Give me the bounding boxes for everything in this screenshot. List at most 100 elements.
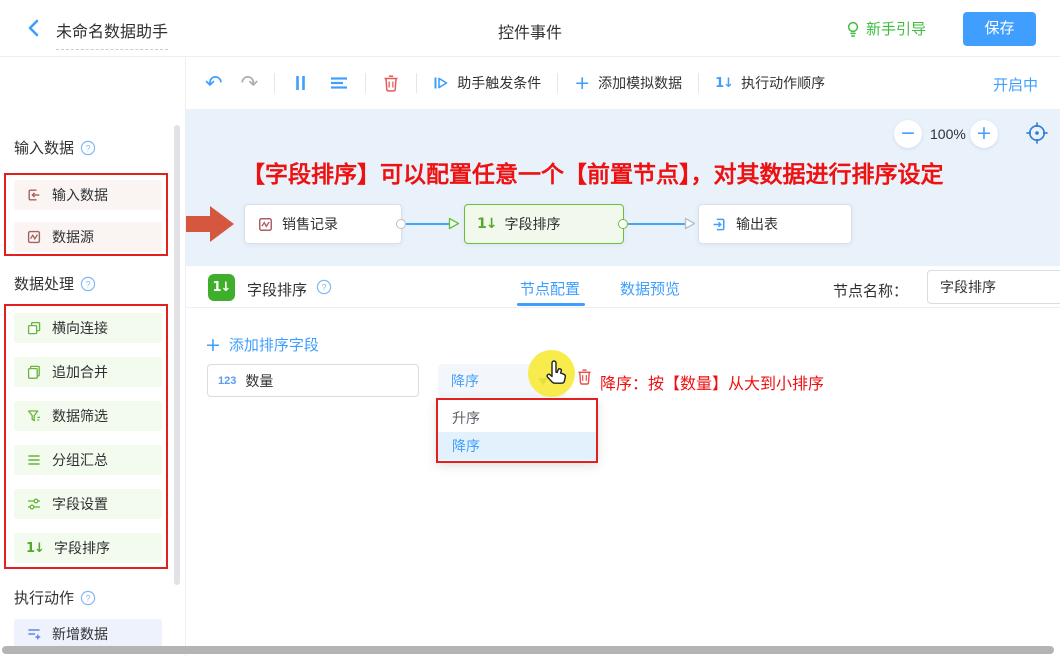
sort-hint-text: 降序：按【数量】从大到小排序 (600, 370, 824, 394)
add-mock-icon[interactable]: + (574, 75, 590, 91)
node-name-label: 节点名称： (833, 280, 908, 301)
item-label: 新增数据 (52, 624, 108, 644)
plus-icon: + (205, 337, 221, 353)
divider (557, 73, 558, 93)
datasource-icon (257, 216, 274, 233)
sidebar-item-data-filter[interactable]: 数据筛选 (14, 401, 162, 431)
align-vertical-icon[interactable] (291, 74, 309, 92)
tab-data-preview[interactable]: 数据预览 (620, 278, 680, 299)
add-sort-field-button[interactable]: + 添加排序字段 (205, 334, 319, 355)
sort-order-value: 降序 (451, 371, 479, 391)
redo-icon[interactable]: ↷ (241, 73, 259, 93)
horizontal-scrollbar[interactable] (2, 646, 1054, 654)
output-port[interactable] (396, 219, 406, 229)
item-label: 数据筛选 (52, 406, 108, 426)
node-sales-record[interactable]: 销售记录 (244, 204, 402, 244)
option-descending[interactable]: 降序 (438, 432, 596, 460)
flow-canvas[interactable]: − 100% + 【字段排序】可以配置任意一个【前置节点】，对其数据进行排序设定… (186, 109, 1060, 266)
svg-text:?: ? (86, 593, 91, 603)
sort-field-select[interactable]: 123 数量 (207, 364, 419, 397)
section-title: 数据处理 (14, 273, 74, 294)
svg-text:?: ? (86, 143, 91, 153)
edge-sort-to-output (628, 223, 686, 225)
svg-text:?: ? (86, 279, 91, 289)
section-exec-action: 执行动作 ? (14, 587, 96, 608)
status-toggle[interactable]: 开启中 (993, 74, 1038, 95)
section-data-process: 数据处理 ? (14, 273, 96, 294)
sidebar-item-field-setting[interactable]: 字段设置 (14, 489, 162, 519)
divider (365, 73, 366, 93)
export-icon (711, 216, 728, 233)
item-label: 输入数据 (52, 185, 108, 205)
beginner-guide-link[interactable]: 新手引导 (845, 18, 926, 39)
field-sort-icon: 1↓ (208, 274, 235, 301)
option-ascending[interactable]: 升序 (438, 404, 596, 432)
add-mock-label[interactable]: 添加模拟数据 (598, 73, 682, 93)
item-label: 字段排序 (54, 538, 110, 558)
sidebar-item-add-data[interactable]: 新增数据 (14, 619, 162, 649)
item-label: 数据源 (52, 227, 94, 247)
add-sort-field-label: 添加排序字段 (229, 334, 319, 355)
node-name-input[interactable] (927, 270, 1060, 304)
sidebar-item-data-source[interactable]: 数据源 (14, 222, 162, 252)
help-icon[interactable]: ? (316, 279, 332, 295)
sliders-icon (26, 496, 42, 512)
trigger-label[interactable]: 助手触发条件 (457, 73, 541, 93)
item-label: 分组汇总 (52, 450, 108, 470)
sidebar-item-append-merge[interactable]: 追加合并 (14, 357, 162, 387)
canvas-toolbar: ↶ ↷ 助手触发条件 + 添加模拟数据 1↓ 执行动作顺序 开启中 (186, 57, 1060, 109)
divider (698, 73, 699, 93)
hand-cursor-icon (542, 359, 568, 387)
sort-icon: 1↓ (26, 541, 44, 556)
sidebar-scrollbar[interactable] (174, 125, 180, 585)
sidebar-item-horizontal-join[interactable]: 横向连接 (14, 313, 162, 343)
top-bar: 未命名数据助手 控件事件 新手引导 保存 (0, 0, 1060, 57)
align-horizontal-icon[interactable] (329, 74, 349, 92)
sort-order-dropdown: 升序 降序 (436, 398, 598, 463)
sidebar-item-input-data[interactable]: 输入数据 (14, 180, 162, 210)
filter-icon (26, 408, 42, 424)
zoom-out-button[interactable]: − (894, 120, 922, 148)
field-name: 数量 (245, 371, 273, 391)
add-data-icon (26, 626, 42, 642)
undo-icon[interactable]: ↶ (205, 73, 223, 93)
output-port[interactable] (618, 219, 628, 229)
svg-text:?: ? (321, 282, 326, 292)
action-order-icon[interactable]: 1↓ (715, 76, 733, 91)
help-icon[interactable]: ? (80, 590, 96, 606)
section-title: 执行动作 (14, 587, 74, 608)
sidebar: 输入数据 ? 输入数据 数据源 数据处理 ? 横向连接 追加合并 数据筛选 (0, 57, 186, 656)
bulb-icon (845, 20, 861, 38)
delete-icon[interactable] (382, 74, 400, 93)
sidebar-item-field-sort[interactable]: 1↓ 字段排序 (14, 533, 162, 563)
active-tab-indicator (517, 303, 585, 306)
trigger-icon[interactable] (433, 75, 449, 91)
locate-icon[interactable] (1024, 120, 1050, 146)
sort-icon: 1↓ (477, 216, 496, 232)
section-input-data: 输入数据 ? (14, 137, 96, 158)
merge-icon (26, 364, 42, 380)
datasource-icon (26, 229, 42, 245)
node-output-table[interactable]: 输出表 (698, 204, 852, 244)
node-label: 字段排序 (504, 214, 560, 234)
help-icon[interactable]: ? (80, 140, 96, 156)
group-icon (26, 452, 42, 468)
sidebar-item-group-summary[interactable]: 分组汇总 (14, 445, 162, 475)
edge-arrowhead (684, 217, 696, 230)
delete-sort-field-icon[interactable] (576, 368, 593, 386)
item-label: 字段设置 (52, 494, 108, 514)
save-button[interactable]: 保存 (963, 12, 1036, 46)
tab-node-config[interactable]: 节点配置 (520, 278, 580, 299)
zoom-in-button[interactable]: + (970, 120, 998, 148)
zoom-level: 100% (930, 126, 966, 142)
join-icon (26, 320, 42, 336)
app-window: 未命名数据助手 控件事件 新手引导 保存 输入数据 ? 输入数据 数据源 数据处… (0, 0, 1060, 656)
node-field-sort[interactable]: 1↓ 字段排序 (464, 204, 624, 244)
annotation-text: 【字段排序】可以配置任意一个【前置节点】，对其数据进行排序设定 (242, 155, 982, 189)
node-label: 输出表 (736, 214, 778, 234)
help-icon[interactable]: ? (80, 276, 96, 292)
annotation-box-process (4, 304, 168, 569)
action-order-label[interactable]: 执行动作顺序 (741, 73, 825, 93)
config-panel: 1↓ 字段排序 ? 节点配置 数据预览 节点名称： + 添加排序字段 123 数… (186, 266, 1060, 656)
edge-arrowhead (448, 217, 460, 230)
